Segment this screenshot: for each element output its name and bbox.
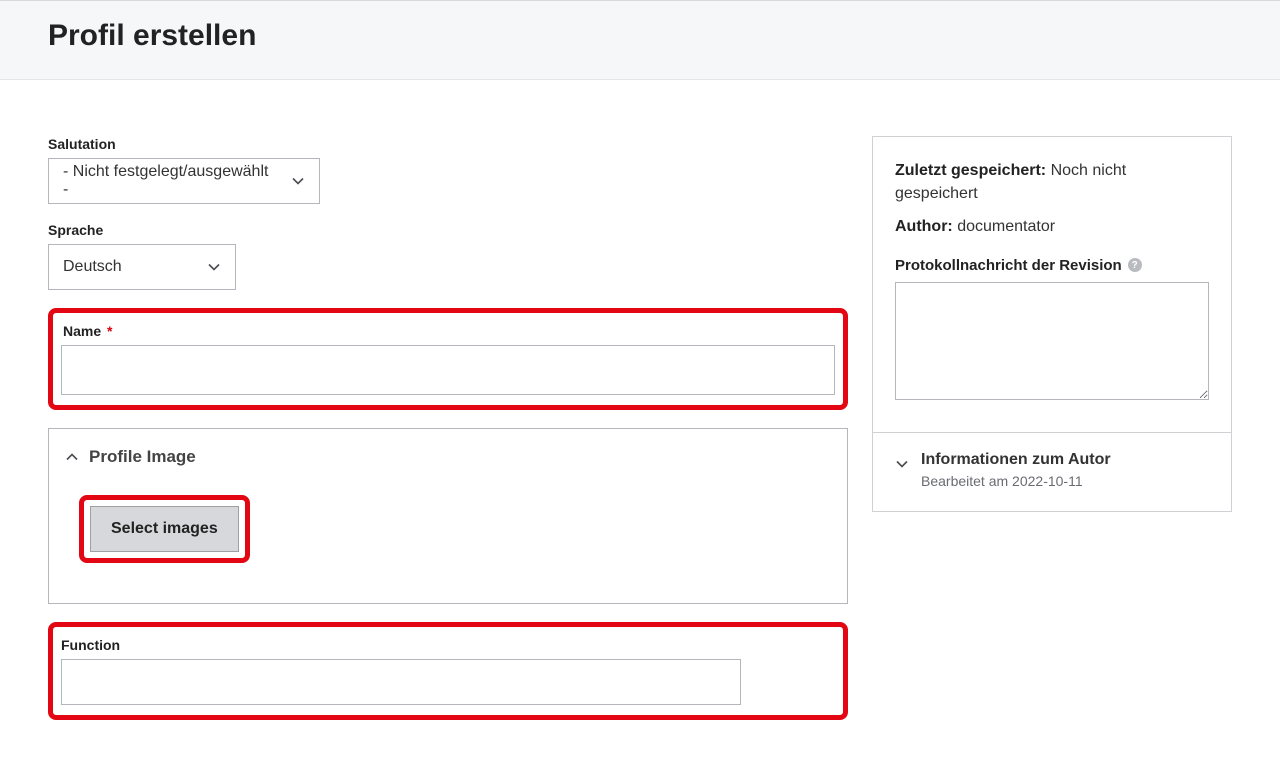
language-select[interactable]: Deutsch (48, 244, 236, 290)
revision-textarea[interactable] (895, 282, 1209, 400)
page-title: Profil erstellen (48, 19, 1232, 53)
chevron-down-icon (207, 260, 221, 274)
salutation-selected-value: - Nicht festgelegt/ausgewählt - (63, 163, 277, 199)
profile-image-panel: Profile Image Select images (48, 428, 848, 604)
function-label: Function (61, 637, 835, 653)
function-input[interactable] (61, 659, 741, 705)
name-input[interactable] (61, 345, 835, 395)
name-label: Name * (63, 323, 835, 339)
author-line: Author: documentator (895, 215, 1209, 238)
select-images-button[interactable]: Select images (90, 506, 239, 552)
chevron-down-icon (895, 457, 909, 471)
last-saved-line: Zuletzt gespeichert: Noch nicht gespeich… (895, 159, 1209, 205)
required-indicator: * (107, 323, 112, 339)
salutation-select[interactable]: - Nicht festgelegt/ausgewählt - (48, 158, 320, 204)
revision-label-row: Protokollnachricht der Revision ? (895, 257, 1209, 274)
author-value: documentator (957, 218, 1055, 235)
help-icon[interactable]: ? (1128, 258, 1142, 272)
profile-image-panel-toggle[interactable]: Profile Image (65, 447, 831, 467)
sidebar-card: Zuletzt gespeichert: Noch nicht gespeich… (872, 136, 1232, 512)
author-info-subtitle: Bearbeitet am 2022-10-11 (921, 473, 1111, 489)
last-saved-label: Zuletzt gespeichert: (895, 162, 1046, 179)
chevron-down-icon (291, 174, 305, 188)
chevron-up-icon (65, 450, 79, 464)
language-label: Sprache (48, 222, 848, 238)
profile-image-panel-title: Profile Image (89, 447, 196, 467)
author-info-title: Informationen zum Autor (921, 451, 1111, 469)
name-label-text: Name (63, 323, 101, 339)
revision-label: Protokollnachricht der Revision (895, 257, 1122, 274)
salutation-field: Salutation - Nicht festgelegt/ausgewählt… (48, 136, 848, 204)
function-field-highlight: Function (48, 622, 848, 720)
author-info-toggle[interactable]: Informationen zum Autor Bearbeitet am 20… (873, 433, 1231, 511)
name-field-highlight: Name * (48, 308, 848, 410)
author-label: Author: (895, 218, 953, 235)
salutation-label: Salutation (48, 136, 848, 152)
language-selected-value: Deutsch (63, 258, 122, 276)
select-images-highlight: Select images (79, 495, 250, 563)
language-field: Sprache Deutsch (48, 222, 848, 290)
